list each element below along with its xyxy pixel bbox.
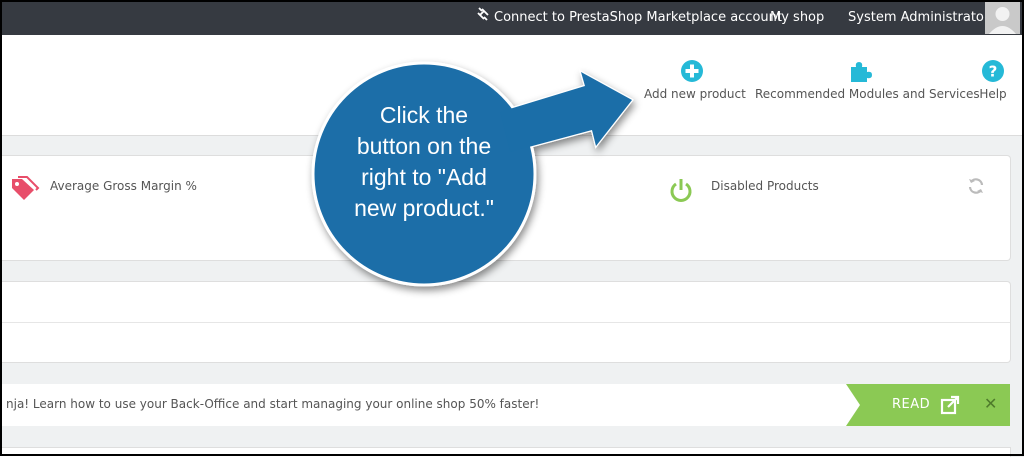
power-icon bbox=[669, 178, 693, 208]
connect-label: Connect to PrestaShop Marketplace accoun… bbox=[494, 10, 782, 25]
callout-line: new product." bbox=[354, 195, 494, 221]
read-label: READ bbox=[892, 397, 931, 412]
close-icon[interactable]: ✕ bbox=[984, 394, 997, 413]
callout-text: Click the button on the right to "Add ne… bbox=[336, 100, 512, 224]
plug-icon bbox=[476, 0, 490, 35]
average-gross-margin-label: Average Gross Margin % bbox=[50, 179, 197, 193]
panel-divider bbox=[0, 322, 1010, 323]
puzzle-icon bbox=[848, 59, 872, 83]
top-navbar: Connect to PrestaShop Marketplace accoun… bbox=[0, 0, 1024, 35]
question-circle-icon: ? bbox=[981, 59, 1005, 83]
notice-text: nja! Learn how to use your Back-Office a… bbox=[6, 397, 540, 411]
add-new-product-button[interactable]: Add new product bbox=[644, 59, 746, 101]
plus-circle-icon bbox=[680, 59, 704, 83]
help-label: Help bbox=[979, 87, 1007, 101]
disabled-products-label: Disabled Products bbox=[711, 179, 819, 193]
admin-label: System Administrator bbox=[848, 10, 990, 25]
recommended-modules-label: Recommended Modules and Services bbox=[755, 87, 980, 101]
my-shop-link[interactable]: My shop bbox=[770, 0, 824, 35]
read-button[interactable]: READ ✕ bbox=[846, 384, 1010, 426]
callout-line: right to "Add bbox=[361, 164, 487, 190]
read-arrow-shape bbox=[846, 384, 860, 426]
onboarding-notice: nja! Learn how to use your Back-Office a… bbox=[0, 384, 860, 426]
tag-icon bbox=[10, 176, 40, 206]
connect-marketplace-link[interactable]: Connect to PrestaShop Marketplace accoun… bbox=[476, 0, 782, 35]
callout-line: Click the bbox=[379, 102, 469, 128]
help-button[interactable]: ? Help bbox=[978, 59, 1008, 101]
recommended-modules-button[interactable]: Recommended Modules and Services bbox=[755, 59, 980, 101]
refresh-icon[interactable] bbox=[967, 177, 985, 199]
page-toolbar: Add new product Recommended Modules and … bbox=[0, 35, 1024, 136]
employee-menu[interactable]: System Administrator bbox=[848, 0, 1003, 35]
callout-line: button on the bbox=[356, 133, 492, 159]
add-new-product-label: Add new product bbox=[644, 87, 746, 101]
avatar[interactable] bbox=[985, 1, 1020, 34]
svg-text:?: ? bbox=[989, 63, 998, 81]
empty-panel bbox=[0, 281, 1011, 363]
external-link-icon bbox=[940, 395, 960, 419]
